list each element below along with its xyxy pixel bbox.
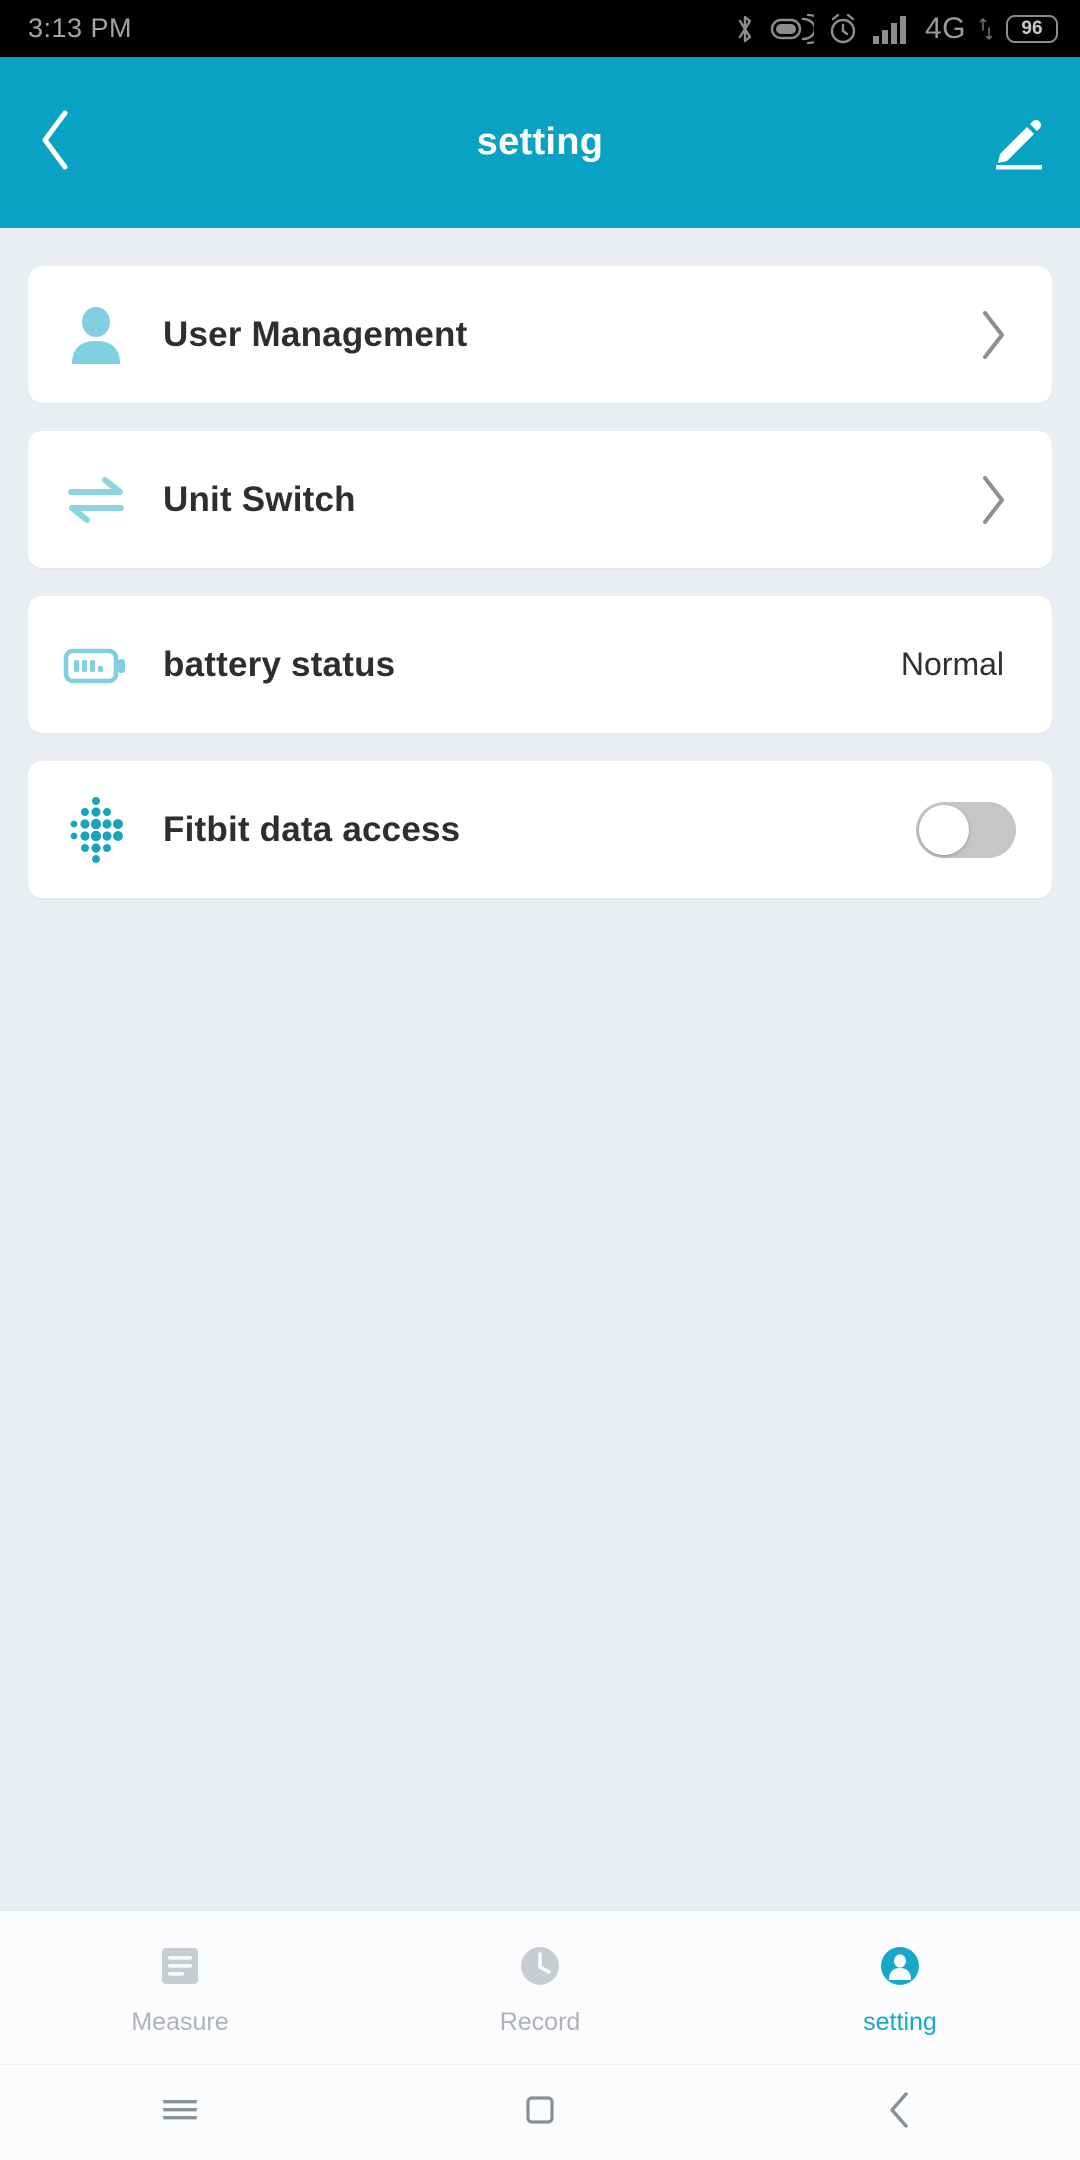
vibrate-icon [770,13,814,45]
network-type-label: 4G [924,11,966,45]
pencil-icon [987,109,1049,176]
status-bar-time: 3:13 PM [28,13,133,43]
setting-row-label: battery status [163,644,396,684]
signal-icon [872,13,912,45]
tab-label: setting [863,2008,937,2036]
swap-arrows-icon [28,470,163,530]
chevron-right-icon[interactable] [976,472,1016,528]
edit-button[interactable] [982,107,1054,179]
tab-measure[interactable]: Measure [0,1911,360,2064]
square-icon [520,2090,560,2135]
status-bar: 3:13 PM 4G 96 [0,0,1080,57]
setting-row-battery-status[interactable]: battery status Normal [28,596,1052,733]
page-title: setting [476,121,604,163]
setting-row-user-management[interactable]: User Management [28,266,1052,403]
nav-home-button[interactable] [485,2078,595,2148]
menu-icon [157,2093,203,2132]
setting-row-unit-switch[interactable]: Unit Switch [28,431,1052,568]
chevron-right-icon[interactable] [976,307,1016,363]
nav-menu-button[interactable] [125,2078,235,2148]
back-button[interactable] [22,108,92,178]
battery-icon: 96 [1006,14,1058,43]
alarm-icon [827,12,859,46]
battery-status-value: Normal [900,646,1004,682]
setting-row-label: Unit Switch [163,479,356,519]
android-nav-bar [0,2064,1080,2160]
person-icon [28,302,163,368]
setting-row-label: Fitbit data access [163,809,461,849]
battery-icon [28,641,163,689]
status-bar-icons: 4G 96 [733,12,1058,46]
fitbit-data-access-toggle[interactable] [916,801,1016,858]
list-icon [152,1938,208,1994]
tab-label: Measure [131,2008,229,2036]
fitbit-logo-icon [28,794,163,866]
setting-row-label: User Management [163,314,468,354]
chevron-left-icon [882,2088,918,2137]
bluetooth-icon [733,12,757,46]
phone-screen: 3:13 PM 4G 96 setting User Management Un… [0,0,1080,2160]
bottom-tab-bar: Measure Record setting [0,1910,1080,2064]
clock-icon [512,1938,568,1994]
app-bar: setting [0,57,1080,228]
profile-icon [872,1938,928,1994]
nav-back-button[interactable] [845,2078,955,2148]
data-arrows-icon [979,16,993,42]
tab-label: Record [499,2008,581,2036]
tab-setting[interactable]: setting [720,1911,1080,2064]
tab-record[interactable]: Record [360,1911,720,2064]
chevron-left-icon [37,107,77,178]
toggle-knob [919,804,969,855]
battery-percent-label: 96 [1021,17,1043,39]
settings-list: User Management Unit Switch battery stat… [0,228,1080,1910]
setting-row-fitbit-data-access[interactable]: Fitbit data access [28,761,1052,898]
